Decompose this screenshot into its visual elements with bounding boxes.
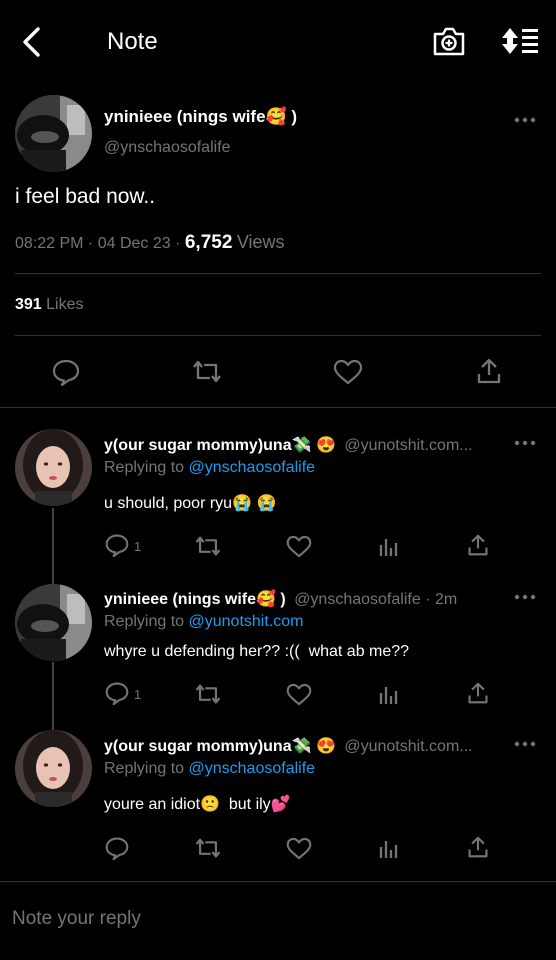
camera-plus-icon bbox=[433, 27, 465, 56]
retweet-icon bbox=[193, 360, 221, 383]
reply-meta: @ynschaosofalife · 2m bbox=[294, 591, 458, 608]
share-icon bbox=[468, 836, 488, 858]
views-label: Views bbox=[236, 232, 285, 252]
camera-button[interactable] bbox=[432, 25, 466, 57]
reply-button[interactable] bbox=[52, 358, 80, 386]
likes-label: Likes bbox=[46, 296, 84, 313]
replying-to-link[interactable]: @ynschaosofalife bbox=[189, 760, 316, 777]
author-name[interactable]: yninieee (nings wife🥰 ) bbox=[104, 107, 297, 127]
share-icon bbox=[468, 682, 488, 704]
tweet-timestamp: 08:22 PM · 04 Dec 23 · bbox=[15, 235, 185, 252]
sort-icon bbox=[502, 28, 538, 54]
replying-to-prefix: Replying to bbox=[104, 760, 185, 777]
share-icon bbox=[477, 358, 501, 384]
reply-display-name: y(our sugar mommy)una💸 😍 bbox=[104, 437, 336, 454]
more-icon bbox=[514, 594, 536, 600]
thread-line bbox=[52, 662, 54, 730]
avatar[interactable] bbox=[15, 95, 92, 172]
reply-text: whyre u defending her?? :(( what ab me?? bbox=[104, 643, 410, 660]
likes-summary[interactable]: 391 Likes bbox=[15, 296, 84, 314]
reply-count: 1 bbox=[134, 539, 142, 554]
reply-text: u should, poor ryu😭 😭 bbox=[104, 495, 277, 512]
reply-input[interactable] bbox=[0, 890, 556, 948]
retweet-button[interactable] bbox=[193, 535, 223, 558]
page-title: Note bbox=[107, 28, 158, 55]
divider bbox=[15, 273, 541, 274]
reply-button[interactable] bbox=[105, 533, 129, 557]
reply-count: 1 bbox=[134, 687, 142, 702]
retweet-button[interactable] bbox=[193, 837, 223, 860]
tweet-text: i feel bad now.. bbox=[15, 185, 156, 208]
share-button[interactable] bbox=[476, 357, 502, 385]
bar-chart-icon bbox=[379, 687, 398, 704]
share-button[interactable] bbox=[467, 835, 489, 859]
like-button[interactable] bbox=[333, 359, 363, 385]
bar-chart-icon bbox=[379, 841, 398, 858]
comment-icon bbox=[105, 682, 129, 705]
like-button[interactable] bbox=[286, 683, 312, 706]
retweet-button[interactable] bbox=[190, 359, 224, 385]
replying-to-link[interactable]: @yunotshit.com bbox=[189, 613, 304, 630]
reply-text: youre an idiot🙁 but ily💕 bbox=[104, 796, 291, 813]
retweet-button[interactable] bbox=[193, 683, 223, 706]
back-button[interactable] bbox=[18, 26, 48, 58]
like-button[interactable] bbox=[286, 837, 312, 860]
divider bbox=[0, 407, 556, 408]
views-button[interactable] bbox=[378, 683, 400, 705]
divider bbox=[0, 881, 556, 882]
heart-icon bbox=[286, 535, 312, 558]
more-icon bbox=[514, 117, 536, 123]
chevron-left-icon bbox=[23, 27, 40, 57]
comment-icon bbox=[52, 359, 80, 386]
more-options-button[interactable] bbox=[514, 116, 536, 124]
reply-author[interactable]: y(our sugar mommy)una💸 😍 @yunotshit.com.… bbox=[104, 435, 504, 455]
avatar[interactable] bbox=[15, 429, 92, 506]
replying-to: Replying to @yunotshit.com bbox=[104, 613, 303, 631]
heart-icon bbox=[286, 837, 312, 860]
more-options-button[interactable] bbox=[514, 740, 536, 748]
heart-icon bbox=[286, 683, 312, 706]
more-options-button[interactable] bbox=[514, 439, 536, 447]
reply-display-name: y(our sugar mommy)una💸 😍 bbox=[104, 738, 336, 755]
replying-to: Replying to @ynschaosofalife bbox=[104, 760, 315, 778]
avatar[interactable] bbox=[15, 584, 92, 661]
retweet-icon bbox=[195, 684, 221, 704]
replying-to-prefix: Replying to bbox=[104, 459, 185, 476]
more-options-button[interactable] bbox=[514, 593, 536, 601]
reply-display-name: yninieee (nings wife🥰 ) bbox=[104, 591, 286, 608]
reply-meta: @yunotshit.com... bbox=[344, 437, 473, 454]
replying-to-prefix: Replying to bbox=[104, 613, 185, 630]
retweet-icon bbox=[195, 536, 221, 556]
likes-count: 391 bbox=[15, 296, 42, 313]
bar-chart-icon bbox=[379, 539, 398, 556]
reply-author[interactable]: y(our sugar mommy)una💸 😍 @yunotshit.com.… bbox=[104, 736, 504, 756]
share-button[interactable] bbox=[467, 681, 489, 705]
comment-icon bbox=[105, 837, 129, 860]
sort-button[interactable] bbox=[501, 27, 539, 55]
views-button[interactable] bbox=[378, 837, 400, 859]
tweet-meta: 08:22 PM · 04 Dec 23 · 6,752 Views bbox=[15, 232, 285, 254]
replying-to: Replying to @ynschaosofalife bbox=[104, 459, 315, 477]
replying-to-link[interactable]: @ynschaosofalife bbox=[189, 459, 316, 476]
reply-meta: @yunotshit.com... bbox=[344, 738, 473, 755]
more-icon bbox=[514, 440, 536, 446]
like-button[interactable] bbox=[286, 535, 312, 558]
views-count: 6,752 bbox=[184, 232, 233, 253]
avatar[interactable] bbox=[15, 730, 92, 807]
heart-icon bbox=[333, 359, 363, 385]
retweet-icon bbox=[195, 838, 221, 858]
comment-icon bbox=[105, 534, 129, 557]
share-button[interactable] bbox=[467, 533, 489, 557]
divider bbox=[15, 335, 541, 336]
reply-button[interactable] bbox=[105, 681, 129, 705]
reply-author[interactable]: yninieee (nings wife🥰 ) @ynschaosofalife… bbox=[104, 589, 504, 609]
thread-line bbox=[52, 508, 54, 586]
views-button[interactable] bbox=[378, 535, 400, 557]
more-icon bbox=[514, 741, 536, 747]
reply-button[interactable] bbox=[105, 836, 129, 860]
author-handle[interactable]: @ynschaosofalife bbox=[104, 139, 231, 157]
share-icon bbox=[468, 534, 488, 556]
